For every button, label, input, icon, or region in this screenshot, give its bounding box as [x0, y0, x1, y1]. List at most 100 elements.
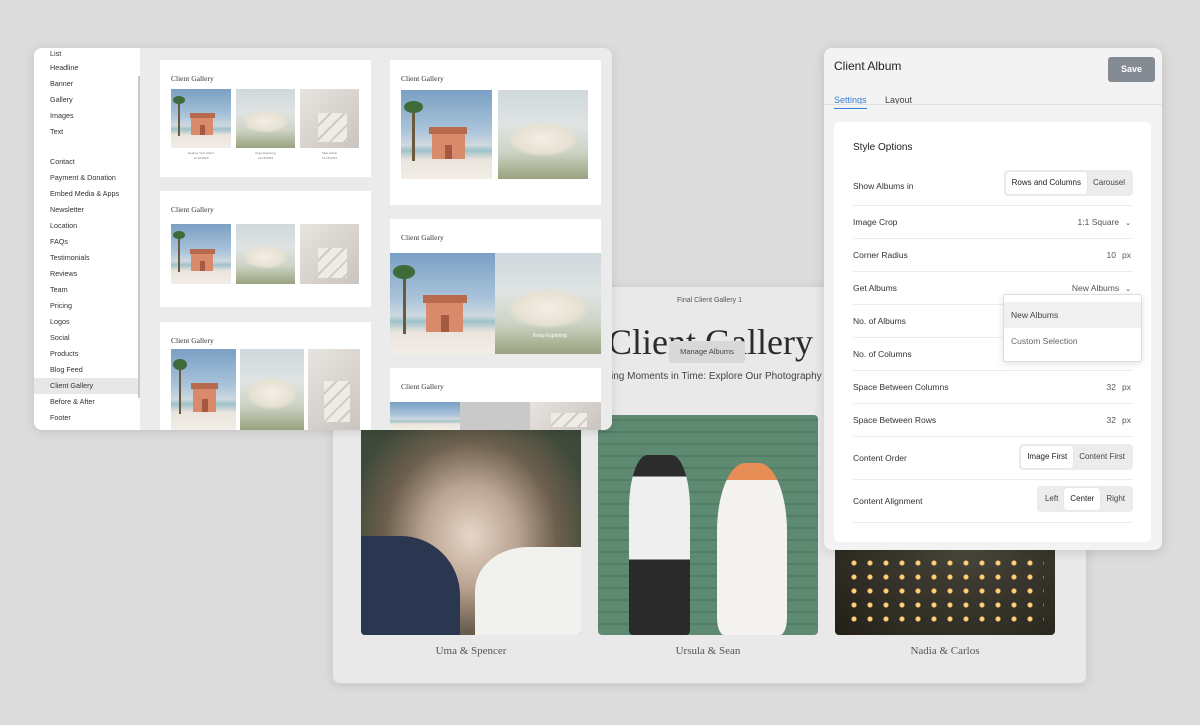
grass-image	[236, 89, 295, 148]
option-align-center[interactable]: Center	[1064, 488, 1101, 510]
option-carousel[interactable]: Carousel	[1087, 172, 1131, 194]
space-rows-label: Space Between Rows	[853, 415, 937, 425]
album-cover-1[interactable]	[361, 415, 581, 635]
nav-item-text[interactable]: Text	[34, 124, 140, 140]
nav-item-footer[interactable]: Footer	[34, 410, 140, 426]
space-rows-row: Space Between Rows 32 px	[853, 404, 1133, 437]
layout-thumbnails: Client Gallery Explore Your Client Keep …	[140, 48, 612, 430]
card-date: 12.18.2024	[193, 156, 209, 160]
nav-item-team[interactable]: Team	[34, 282, 140, 298]
nav-item-images[interactable]: Images	[34, 108, 140, 124]
get-albums-select[interactable]: New Albums ⌄	[1072, 283, 1131, 293]
space-rows-input[interactable]: 32 px	[1107, 415, 1131, 425]
client-album-settings-panel: Client Album Save Settings Layout Style …	[824, 48, 1162, 550]
card-title: Client Gallery	[171, 336, 214, 345]
nav-item-payment[interactable]: Payment & Donation	[34, 170, 140, 186]
unit-label: px	[1122, 250, 1131, 260]
get-albums-dropdown-menu: New Albums Custom Selection	[1003, 294, 1142, 362]
nav-item-location[interactable]: Location	[34, 218, 140, 234]
beach-image	[401, 90, 492, 179]
nav-item-gallery[interactable]: Gallery	[34, 92, 140, 108]
nav-item-headline[interactable]: Headline	[34, 60, 140, 76]
album-cover-2[interactable]	[598, 415, 818, 635]
space-columns-label: Space Between Columns	[853, 382, 949, 392]
unit-label: px	[1122, 382, 1131, 392]
option-align-right[interactable]: Right	[1100, 488, 1131, 510]
nav-item-client-gallery[interactable]: Client Gallery	[34, 378, 140, 394]
nav-item-social[interactable]: Social	[34, 330, 140, 346]
content-alignment-row: Content Alignment Left Center Right	[853, 480, 1133, 523]
beach-image	[390, 402, 460, 430]
nav-item-list[interactable]: List	[34, 48, 140, 60]
corner-radius-input[interactable]: 10 px	[1107, 250, 1131, 260]
style-options-heading: Style Options	[853, 142, 913, 153]
nav-item-faqs[interactable]: FAQs	[34, 234, 140, 250]
chevron-down-icon: ⌄	[1125, 220, 1131, 227]
get-albums-value: New Albums	[1071, 283, 1120, 293]
tab-layout[interactable]: Layout	[885, 95, 912, 108]
layout-card-4[interactable]: Client Gallery	[390, 60, 601, 205]
gallery-subtitle: ing Moments in Time: Explore Our Photogr…	[611, 371, 852, 382]
nav-item-banner[interactable]: Banner	[34, 76, 140, 92]
beach-image	[390, 253, 495, 354]
option-align-left[interactable]: Left	[1039, 488, 1064, 510]
style-options-card: Style Options Show Albums in Rows and Co…	[834, 122, 1151, 542]
option-image-first[interactable]: Image First	[1021, 446, 1074, 468]
card-caption: Keep Exploring	[255, 151, 276, 155]
nav-item-testimonials[interactable]: Testimonials	[34, 250, 140, 266]
overlay-caption: Keep Exploring	[533, 333, 567, 339]
nav-item-products[interactable]: Products	[34, 346, 140, 362]
image-crop-select[interactable]: 1:1 Square ⌄	[1078, 217, 1131, 227]
option-content-first[interactable]: Content First	[1073, 446, 1131, 468]
content-order-label: Content Order	[853, 453, 907, 463]
nav-item-reviews[interactable]: Reviews	[34, 266, 140, 282]
section-type-list: List Headline Banner Gallery Images Text…	[34, 48, 140, 430]
show-albums-toggle: Rows and Columns Carousel	[1003, 170, 1133, 196]
nav-item-blog-feed[interactable]: Blog Feed	[34, 362, 140, 378]
grass-image	[236, 224, 295, 284]
layout-card-5[interactable]: Client Gallery Keep Exploring	[390, 219, 601, 354]
grass-image: Keep Exploring	[495, 253, 601, 354]
show-albums-row: Show Albums in Rows and Columns Carousel	[853, 169, 1133, 206]
space-columns-value: 32	[1106, 382, 1117, 392]
num-columns-label: No. of Columns	[853, 349, 912, 359]
content-alignment-label: Content Alignment	[853, 496, 923, 506]
save-button[interactable]: Save	[1108, 57, 1155, 82]
nav-item-contact[interactable]: Contact	[34, 154, 140, 170]
nav-item-pricing[interactable]: Pricing	[34, 298, 140, 314]
num-albums-label: No. of Albums	[853, 316, 906, 326]
layout-card-6[interactable]: Client Gallery	[390, 368, 601, 430]
dropdown-option-new-albums[interactable]: New Albums	[1004, 302, 1141, 328]
card-title: Client Gallery	[401, 74, 444, 83]
corner-radius-label: Corner Radius	[853, 250, 908, 260]
panel-title: Client Album	[834, 59, 902, 73]
corner-radius-row: Corner Radius 10 px	[853, 239, 1133, 272]
space-columns-row: Space Between Columns 32 px	[853, 371, 1133, 404]
space-columns-input[interactable]: 32 px	[1107, 382, 1131, 392]
unit-label: px	[1122, 415, 1131, 425]
card-title: Client Gallery	[401, 233, 444, 242]
layout-card-2[interactable]: Client Gallery	[160, 191, 371, 307]
card-title: Client Gallery	[401, 382, 444, 391]
grass-image	[498, 90, 588, 179]
nav-item-embed[interactable]: Embed Media & Apps	[34, 186, 140, 202]
stairs-image	[308, 349, 360, 430]
grass-image	[240, 349, 304, 430]
nav-item-logos[interactable]: Logos	[34, 314, 140, 330]
album-name-2[interactable]: Ursula & Sean	[598, 645, 818, 657]
image-crop-label: Image Crop	[853, 217, 898, 227]
content-order-toggle: Image First Content First	[1019, 444, 1133, 470]
layout-card-1[interactable]: Client Gallery Explore Your Client Keep …	[160, 60, 371, 177]
option-rows-columns[interactable]: Rows and Columns	[1005, 172, 1087, 194]
space-rows-value: 32	[1106, 415, 1117, 425]
nav-item-before-after[interactable]: Before & After	[34, 394, 140, 410]
manage-albums-button[interactable]: Manage Albums	[669, 341, 745, 363]
album-name-3[interactable]: Nadia & Carlos	[835, 645, 1055, 657]
stairs-image	[300, 89, 359, 148]
nav-item-newsletter[interactable]: Newsletter	[34, 202, 140, 218]
layout-card-3[interactable]: Client Gallery	[160, 322, 371, 430]
album-name-1[interactable]: Uma & Spencer	[361, 645, 581, 657]
dropdown-option-custom-selection[interactable]: Custom Selection	[1004, 328, 1141, 354]
tab-settings[interactable]: Settings	[834, 95, 867, 109]
card-date: 12.18.2024	[321, 156, 337, 160]
